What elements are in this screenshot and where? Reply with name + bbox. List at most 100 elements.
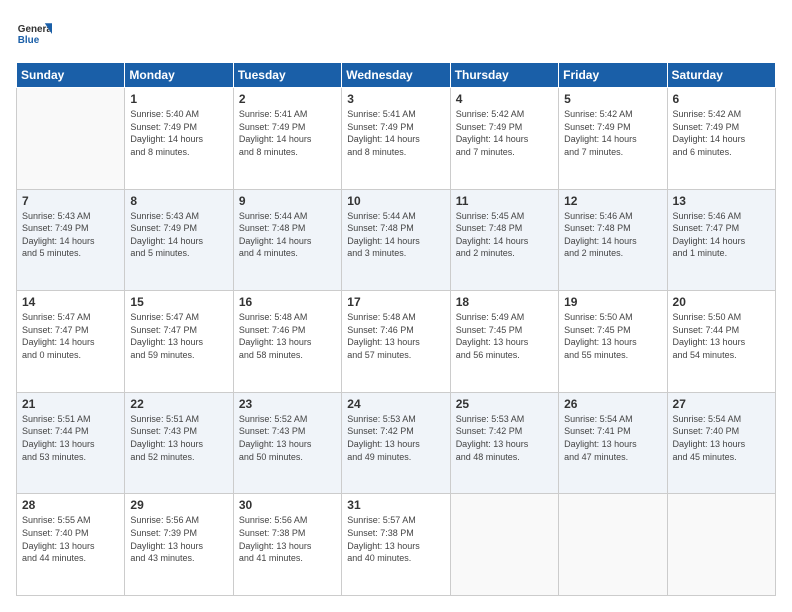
day-info: Sunrise: 5:47 AM Sunset: 7:47 PM Dayligh… — [130, 311, 227, 361]
calendar-cell: 9 Sunrise: 5:44 AM Sunset: 7:48 PM Daylig… — [233, 189, 341, 291]
day-number: 22 — [130, 397, 227, 411]
day-number: 4 — [456, 92, 553, 106]
day-number: 19 — [564, 295, 661, 309]
day-number: 14 — [22, 295, 119, 309]
header-day-wednesday: Wednesday — [342, 63, 450, 88]
calendar-week-row: 7 Sunrise: 5:43 AM Sunset: 7:49 PM Daylig… — [17, 189, 776, 291]
day-info: Sunrise: 5:56 AM Sunset: 7:39 PM Dayligh… — [130, 514, 227, 564]
day-number: 10 — [347, 194, 444, 208]
calendar-week-row: 1Sunrise: 5:40 AM Sunset: 7:49 PM Daylig… — [17, 88, 776, 190]
day-info: Sunrise: 5:41 AM Sunset: 7:49 PM Dayligh… — [347, 108, 444, 158]
day-info: Sunrise: 5:50 AM Sunset: 7:45 PM Dayligh… — [564, 311, 661, 361]
header-day-sunday: Sunday — [17, 63, 125, 88]
calendar-cell: 12Sunrise: 5:46 AM Sunset: 7:48 PM Dayli… — [559, 189, 667, 291]
day-number: 6 — [673, 92, 770, 106]
header-day-thursday: Thursday — [450, 63, 558, 88]
day-info: Sunrise: 5:46 AM Sunset: 7:47 PM Dayligh… — [673, 210, 770, 260]
day-info: Sunrise: 5:41 AM Sunset: 7:49 PM Dayligh… — [239, 108, 336, 158]
calendar-body: 1Sunrise: 5:40 AM Sunset: 7:49 PM Daylig… — [17, 88, 776, 596]
calendar-cell: 30 Sunrise: 5:56 AM Sunset: 7:38 PM Dayli… — [233, 494, 341, 596]
day-number: 20 — [673, 295, 770, 309]
day-info: Sunrise: 5:42 AM Sunset: 7:49 PM Dayligh… — [673, 108, 770, 158]
day-number: 31 — [347, 498, 444, 512]
day-info: Sunrise: 5:53 AM Sunset: 7:42 PM Dayligh… — [347, 413, 444, 463]
day-info: Sunrise: 5:42 AM Sunset: 7:49 PM Dayligh… — [456, 108, 553, 158]
calendar-cell: 15 Sunrise: 5:47 AM Sunset: 7:47 PM Dayli… — [125, 291, 233, 393]
day-info: Sunrise: 5:46 AM Sunset: 7:48 PM Dayligh… — [564, 210, 661, 260]
day-number: 21 — [22, 397, 119, 411]
calendar-cell: 4 Sunrise: 5:42 AM Sunset: 7:49 PM Daylig… — [450, 88, 558, 190]
day-number: 16 — [239, 295, 336, 309]
day-number: 27 — [673, 397, 770, 411]
calendar-cell: 21 Sunrise: 5:51 AM Sunset: 7:44 PM Dayli… — [17, 392, 125, 494]
calendar-cell: 3 Sunrise: 5:41 AM Sunset: 7:49 PM Daylig… — [342, 88, 450, 190]
calendar-cell: 28 Sunrise: 5:55 AM Sunset: 7:40 PM Dayli… — [17, 494, 125, 596]
day-number: 9 — [239, 194, 336, 208]
day-info: Sunrise: 5:44 AM Sunset: 7:48 PM Dayligh… — [239, 210, 336, 260]
day-info: Sunrise: 5:55 AM Sunset: 7:40 PM Dayligh… — [22, 514, 119, 564]
day-number: 23 — [239, 397, 336, 411]
day-info: Sunrise: 5:48 AM Sunset: 7:46 PM Dayligh… — [347, 311, 444, 361]
calendar-cell — [450, 494, 558, 596]
calendar-cell: 7Sunrise: 5:43 AM Sunset: 7:49 PM Daylig… — [17, 189, 125, 291]
day-number: 8 — [130, 194, 227, 208]
calendar-cell — [17, 88, 125, 190]
calendar-cell: 22Sunrise: 5:51 AM Sunset: 7:43 PM Dayli… — [125, 392, 233, 494]
header-day-tuesday: Tuesday — [233, 63, 341, 88]
calendar-cell: 23Sunrise: 5:52 AM Sunset: 7:43 PM Dayli… — [233, 392, 341, 494]
calendar-week-row: 28 Sunrise: 5:55 AM Sunset: 7:40 PM Dayli… — [17, 494, 776, 596]
calendar-cell: 14 Sunrise: 5:47 AM Sunset: 7:47 PM Dayli… — [17, 291, 125, 393]
day-number: 29 — [130, 498, 227, 512]
calendar-cell: 10 Sunrise: 5:44 AM Sunset: 7:48 PM Dayli… — [342, 189, 450, 291]
calendar-header-row: SundayMondayTuesdayWednesdayThursdayFrid… — [17, 63, 776, 88]
logo: General Blue — [16, 16, 56, 52]
calendar-week-row: 21 Sunrise: 5:51 AM Sunset: 7:44 PM Dayli… — [17, 392, 776, 494]
calendar-cell — [667, 494, 775, 596]
day-number: 24 — [347, 397, 444, 411]
calendar-cell: 19 Sunrise: 5:50 AM Sunset: 7:45 PM Dayli… — [559, 291, 667, 393]
calendar: SundayMondayTuesdayWednesdayThursdayFrid… — [16, 62, 776, 596]
day-info: Sunrise: 5:43 AM Sunset: 7:49 PM Dayligh… — [130, 210, 227, 260]
calendar-cell: 16Sunrise: 5:48 AM Sunset: 7:46 PM Dayli… — [233, 291, 341, 393]
calendar-cell: 1Sunrise: 5:40 AM Sunset: 7:49 PM Daylig… — [125, 88, 233, 190]
calendar-cell: 25Sunrise: 5:53 AM Sunset: 7:42 PM Dayli… — [450, 392, 558, 494]
day-info: Sunrise: 5:50 AM Sunset: 7:44 PM Dayligh… — [673, 311, 770, 361]
day-number: 7 — [22, 194, 119, 208]
svg-text:Blue: Blue — [18, 35, 40, 46]
day-number: 30 — [239, 498, 336, 512]
header-day-saturday: Saturday — [667, 63, 775, 88]
calendar-cell: 8 Sunrise: 5:43 AM Sunset: 7:49 PM Daylig… — [125, 189, 233, 291]
day-number: 28 — [22, 498, 119, 512]
calendar-cell: 29 Sunrise: 5:56 AM Sunset: 7:39 PM Dayli… — [125, 494, 233, 596]
calendar-week-row: 14 Sunrise: 5:47 AM Sunset: 7:47 PM Dayli… — [17, 291, 776, 393]
calendar-cell — [559, 494, 667, 596]
day-info: Sunrise: 5:44 AM Sunset: 7:48 PM Dayligh… — [347, 210, 444, 260]
calendar-cell: 2 Sunrise: 5:41 AM Sunset: 7:49 PM Daylig… — [233, 88, 341, 190]
day-number: 2 — [239, 92, 336, 106]
calendar-cell: 20 Sunrise: 5:50 AM Sunset: 7:44 PM Dayli… — [667, 291, 775, 393]
day-info: Sunrise: 5:40 AM Sunset: 7:49 PM Dayligh… — [130, 108, 227, 158]
day-info: Sunrise: 5:56 AM Sunset: 7:38 PM Dayligh… — [239, 514, 336, 564]
calendar-cell: 13Sunrise: 5:46 AM Sunset: 7:47 PM Dayli… — [667, 189, 775, 291]
calendar-cell: 24 Sunrise: 5:53 AM Sunset: 7:42 PM Dayli… — [342, 392, 450, 494]
day-info: Sunrise: 5:47 AM Sunset: 7:47 PM Dayligh… — [22, 311, 119, 361]
day-number: 11 — [456, 194, 553, 208]
calendar-cell: 6 Sunrise: 5:42 AM Sunset: 7:49 PM Daylig… — [667, 88, 775, 190]
calendar-cell: 5 Sunrise: 5:42 AM Sunset: 7:49 PM Daylig… — [559, 88, 667, 190]
day-number: 18 — [456, 295, 553, 309]
day-info: Sunrise: 5:45 AM Sunset: 7:48 PM Dayligh… — [456, 210, 553, 260]
calendar-cell: 17 Sunrise: 5:48 AM Sunset: 7:46 PM Dayli… — [342, 291, 450, 393]
day-info: Sunrise: 5:51 AM Sunset: 7:44 PM Dayligh… — [22, 413, 119, 463]
day-number: 5 — [564, 92, 661, 106]
day-info: Sunrise: 5:42 AM Sunset: 7:49 PM Dayligh… — [564, 108, 661, 158]
day-info: Sunrise: 5:54 AM Sunset: 7:41 PM Dayligh… — [564, 413, 661, 463]
calendar-cell: 18 Sunrise: 5:49 AM Sunset: 7:45 PM Dayli… — [450, 291, 558, 393]
day-info: Sunrise: 5:49 AM Sunset: 7:45 PM Dayligh… — [456, 311, 553, 361]
calendar-cell: 31Sunrise: 5:57 AM Sunset: 7:38 PM Dayli… — [342, 494, 450, 596]
day-number: 17 — [347, 295, 444, 309]
day-info: Sunrise: 5:54 AM Sunset: 7:40 PM Dayligh… — [673, 413, 770, 463]
day-number: 15 — [130, 295, 227, 309]
day-number: 3 — [347, 92, 444, 106]
day-number: 25 — [456, 397, 553, 411]
header-day-friday: Friday — [559, 63, 667, 88]
